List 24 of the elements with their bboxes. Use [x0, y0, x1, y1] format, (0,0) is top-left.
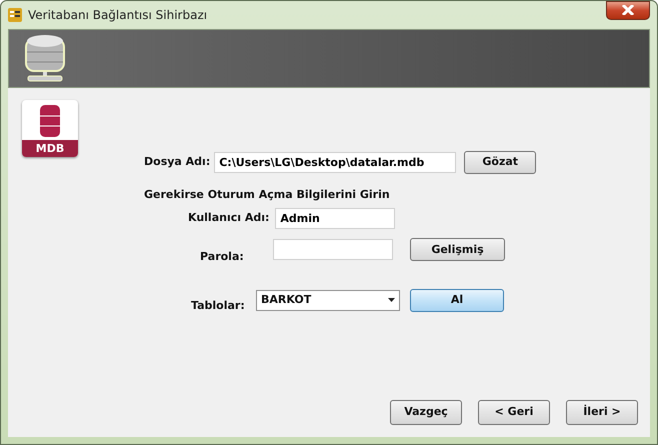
- caret-icon: [388, 298, 395, 302]
- get-button[interactable]: Al: [410, 288, 504, 312]
- password-field[interactable]: [273, 239, 393, 260]
- close-icon: [622, 5, 634, 16]
- app-icon: [8, 8, 22, 22]
- advanced-button[interactable]: Gelişmiş: [410, 238, 505, 262]
- file-name-field[interactable]: C:\Users\LG\Desktop\datalar.mdb: [214, 152, 456, 173]
- close-button[interactable]: [606, 1, 650, 20]
- tables-label: Tablolar:: [191, 298, 246, 314]
- browse-button[interactable]: Gözat: [464, 151, 536, 174]
- back-button[interactable]: < Geri: [478, 400, 550, 425]
- file-name-label: Dosya Adı:: [144, 154, 210, 170]
- database-server-icon: [24, 32, 66, 84]
- username-field[interactable]: Admin: [275, 208, 396, 228]
- database-icon: [40, 105, 60, 137]
- username-label: Kullanıcı Adı:: [188, 210, 270, 226]
- cancel-button[interactable]: Vazgeç: [390, 400, 462, 425]
- tables-dropdown[interactable]: BARKOT: [256, 290, 400, 311]
- login-heading: Gerekirse Oturum Açma Bilgilerini Girin: [144, 187, 390, 203]
- password-label: Parola:: [200, 248, 245, 264]
- mdb-label: MDB: [22, 140, 78, 157]
- next-button[interactable]: İleri >: [566, 400, 638, 425]
- selected-table: BARKOT: [261, 292, 312, 308]
- window-title: Veritabanı Bağlantısı Sihirbazı: [28, 7, 208, 24]
